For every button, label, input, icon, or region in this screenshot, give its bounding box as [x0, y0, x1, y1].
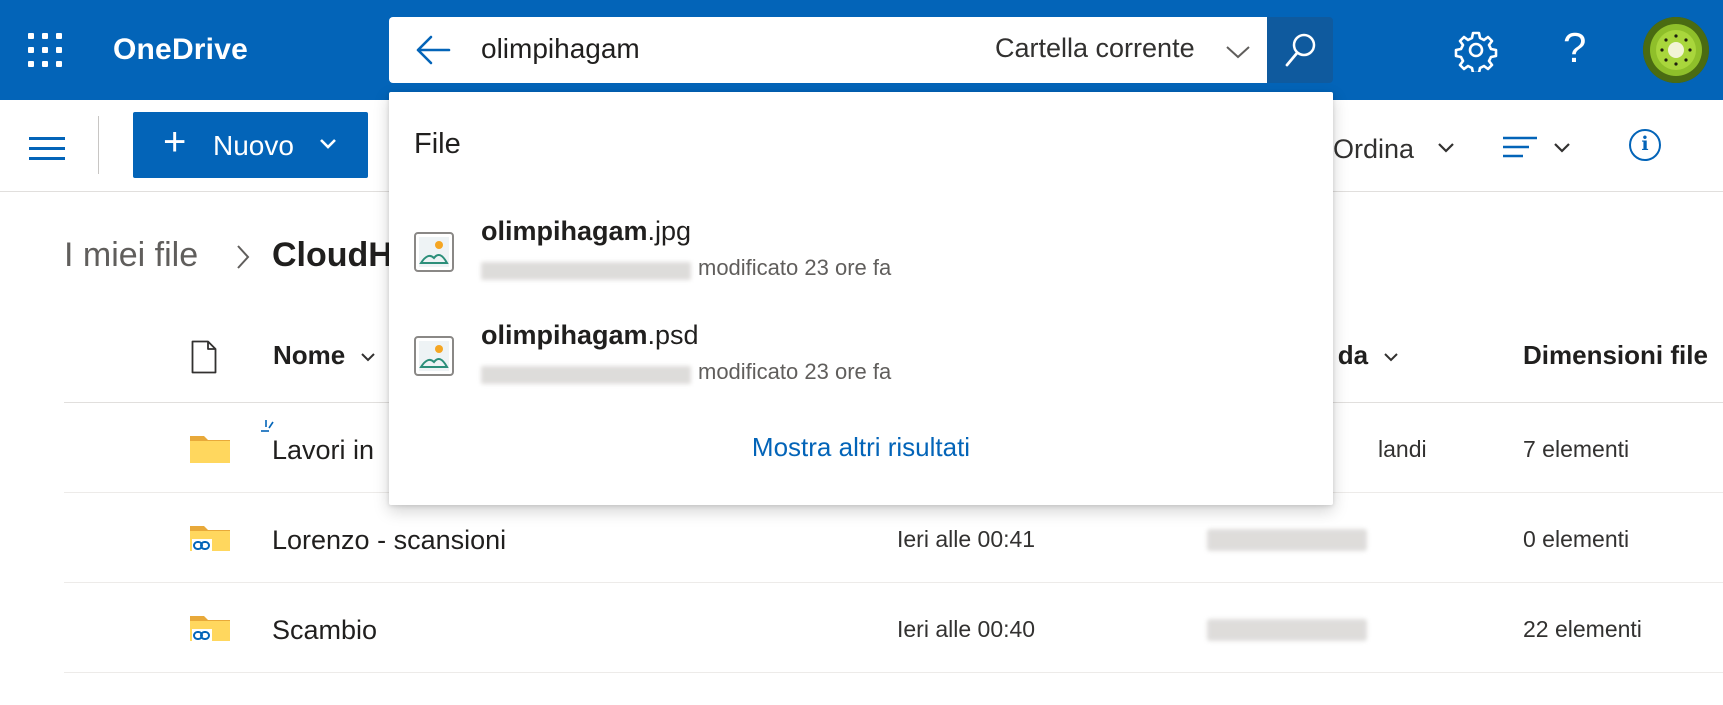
redacted-owner: [481, 262, 691, 280]
column-header-name[interactable]: Nome: [273, 340, 376, 371]
search-box[interactable]: olimpihagam Cartella corrente: [389, 17, 1267, 83]
chevron-down-icon[interactable]: [1225, 44, 1251, 60]
search-result-meta: modificato 23 ore fa: [698, 359, 892, 384]
redacted-modified-by: [1207, 529, 1367, 551]
help-icon[interactable]: ?: [1563, 24, 1586, 72]
file-name[interactable]: Lavori in: [272, 435, 374, 466]
image-file-icon: [414, 336, 454, 376]
back-arrow-icon[interactable]: [415, 34, 451, 66]
new-button[interactable]: + Nuovo: [133, 112, 368, 178]
chevron-down-icon: [361, 353, 376, 362]
file-name[interactable]: Lorenzo - scansioni: [272, 525, 506, 556]
file-type-icon[interactable]: [191, 340, 217, 374]
shared-folder-icon: [190, 616, 230, 643]
search-result-match: olimpihagam: [481, 320, 648, 350]
column-header-name-label: Nome: [273, 340, 346, 370]
sort-button[interactable]: Ordina: [1333, 134, 1414, 165]
app-launcher-icon[interactable]: [28, 33, 62, 67]
new-button-label: Nuovo: [213, 130, 294, 161]
folder-icon: [190, 436, 230, 463]
nav-menu-icon[interactable]: [29, 137, 65, 161]
search-result-item[interactable]: olimpihagam.psd modificato 23 ore fa: [389, 320, 1333, 420]
plus-icon: +: [163, 120, 187, 164]
chevron-down-icon[interactable]: [1437, 142, 1455, 154]
file-modified: Ieri alle 00:40: [897, 616, 1036, 642]
kiwi-avatar-image: [1643, 17, 1709, 83]
chevron-down-icon: [1384, 353, 1399, 362]
search-result-item[interactable]: olimpihagam.jpg modificato 23 ore fa: [389, 216, 1333, 316]
file-size: 7 elementi: [1523, 436, 1630, 462]
search-result-meta: modificato 23 ore fa: [698, 255, 892, 280]
search-result-match: olimpihagam: [481, 216, 648, 246]
file-name[interactable]: Scambio: [272, 615, 377, 646]
shared-folder-icon: [190, 526, 230, 553]
chevron-right-icon: [237, 245, 250, 269]
view-options-icon[interactable]: [1503, 136, 1539, 160]
avatar[interactable]: [1643, 17, 1709, 83]
search-button[interactable]: [1267, 17, 1333, 83]
search-input[interactable]: olimpihagam: [481, 33, 640, 65]
table-row[interactable]: Scambio Ieri alle 00:40 22 elementi: [64, 583, 1723, 673]
divider: [98, 116, 99, 174]
new-item-sparkle-icon: [261, 420, 274, 432]
chevron-down-icon: [320, 139, 336, 149]
column-header-size[interactable]: Dimensioni file: [1523, 340, 1708, 371]
top-header: OneDrive olimpihagam Cartella corrente ?: [0, 0, 1723, 100]
image-file-icon: [414, 232, 454, 272]
file-modified-by: landi: [1378, 436, 1427, 462]
file-size: 22 elementi: [1523, 616, 1642, 642]
search-scope-selector[interactable]: Cartella corrente: [995, 33, 1195, 64]
chevron-down-icon[interactable]: [1553, 142, 1571, 154]
search-suggestions-panel: File olimpihagam.jpg modificato 23 ore f…: [389, 92, 1333, 505]
redacted-owner: [481, 366, 691, 384]
search-result-extension: .psd: [647, 320, 699, 350]
breadcrumb-current: CloudH: [272, 236, 393, 274]
show-more-results-link[interactable]: Mostra altri risultati: [389, 432, 1333, 463]
info-icon[interactable]: i: [1629, 129, 1661, 161]
file-size: 0 elementi: [1523, 526, 1630, 552]
file-modified: Ieri alle 00:41: [897, 526, 1036, 552]
search-result-extension: .jpg: [647, 216, 692, 246]
redacted-modified-by: [1207, 619, 1367, 641]
search-result-name: olimpihagam.jpg: [481, 216, 691, 247]
settings-gear-icon[interactable]: [1454, 28, 1498, 72]
breadcrumb-root[interactable]: I miei file: [64, 236, 198, 275]
search-result-name: olimpihagam.psd: [481, 320, 699, 351]
app-name[interactable]: OneDrive: [113, 33, 248, 67]
table-row[interactable]: Lorenzo - scansioni Ieri alle 00:41 0 el…: [64, 493, 1723, 583]
search-icon: [1285, 33, 1316, 67]
suggestions-section-title: File: [414, 128, 461, 160]
